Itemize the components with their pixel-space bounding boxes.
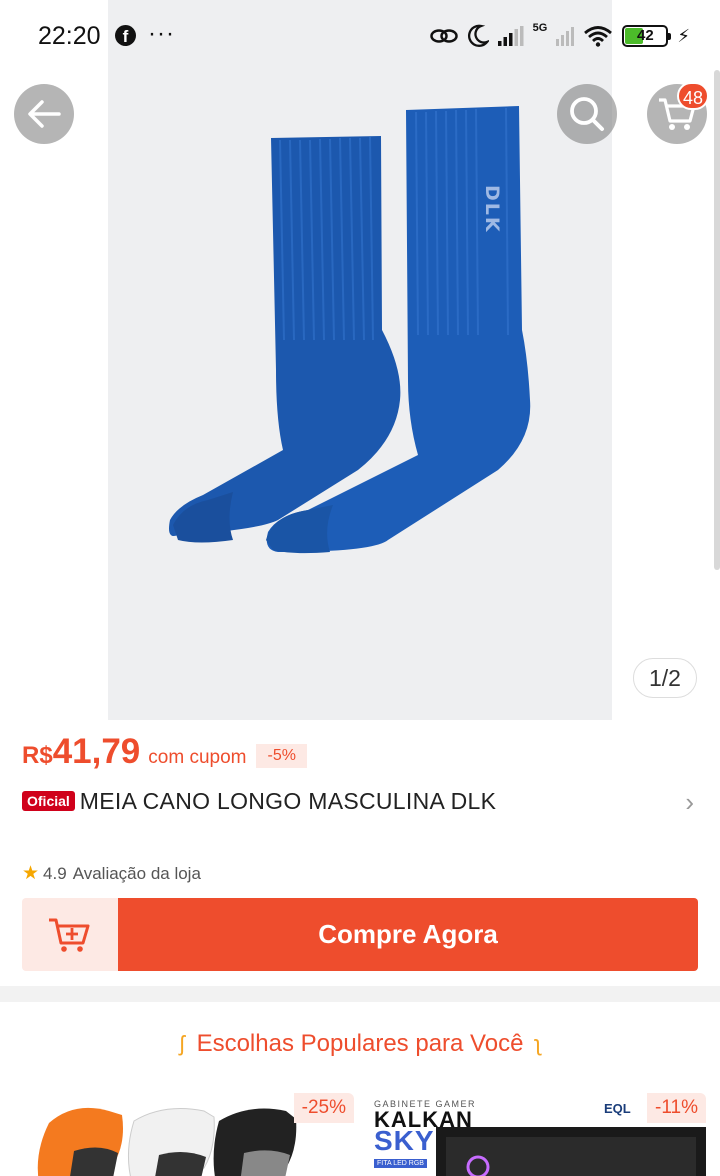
back-button[interactable] (14, 84, 74, 144)
wifi-icon (584, 26, 613, 47)
add-to-cart-button[interactable] (22, 898, 118, 971)
product-image[interactable]: DLK (108, 0, 612, 720)
recommendation-discount: -25% (293, 1093, 354, 1123)
status-time: 22:20 (38, 22, 101, 50)
store-rating: ★ 4.9 Avaliação da loja (22, 862, 201, 885)
popular-section-header: ʃ Escolhas Populares para Você ʅ (0, 1030, 720, 1058)
rating-value: 4.9 (43, 863, 67, 883)
product-title-row[interactable]: Oficial MEIA CANO LONGO MASCULINA DLK › (22, 785, 702, 817)
network-type: 5G (532, 22, 548, 34)
chevron-right-icon: › (685, 787, 694, 817)
signal-icon (497, 26, 524, 46)
squiggle-left-icon: ʃ (179, 1031, 185, 1056)
rating-label: Avaliação da loja (72, 863, 201, 883)
moon-icon (467, 24, 489, 47)
official-badge: Oficial (22, 791, 75, 811)
price-row: R$ 41,79 com cupom -5% (22, 732, 307, 772)
facebook-icon: f (115, 25, 136, 46)
section-divider (0, 986, 720, 1002)
link-icon (429, 29, 458, 43)
discount-tag: -5% (256, 744, 307, 768)
popular-title: Escolhas Populares para Você (196, 1030, 524, 1057)
recommendation-card[interactable]: GABINETE GAMER KALKAN SKYE FITA LED RGB … (366, 1093, 706, 1176)
star-icon: ★ (22, 863, 40, 884)
price-value: 41,79 (52, 732, 141, 771)
recommendation-card[interactable]: -25% (14, 1093, 354, 1176)
squiggle-right-icon: ʅ (535, 1031, 541, 1056)
product-title: MEIA CANO LONGO MASCULINA DLK (79, 787, 497, 814)
recommendation-discount: -11% (647, 1093, 706, 1123)
more-notifications-icon: ··· (148, 20, 175, 47)
sock-brand-text: DLK (481, 185, 503, 234)
add-cart-icon (49, 918, 90, 952)
battery-level: 42 (637, 27, 654, 44)
image-counter: 1/2 (633, 658, 697, 698)
cart-count-badge: 48 (676, 82, 709, 110)
price-currency: R$ (22, 742, 53, 769)
cart-button[interactable]: 48 (647, 82, 709, 144)
status-icons: 5G 42 ⚡ (429, 20, 690, 52)
scrollbar[interactable] (714, 70, 720, 570)
signal-icon-2 (556, 27, 575, 46)
status-bar: 22:20 f ··· 5G 42 ⚡ (0, 0, 720, 72)
arrow-left-icon (28, 100, 61, 128)
battery-icon: 42 (622, 25, 672, 47)
sock-illustration: DLK (169, 106, 531, 554)
search-button[interactable] (557, 84, 617, 144)
price-coupon-note: com cupom (148, 747, 247, 768)
search-icon (570, 97, 604, 131)
charging-icon: ⚡ (677, 25, 690, 46)
buy-now-button[interactable]: Compre Agora (118, 898, 698, 971)
